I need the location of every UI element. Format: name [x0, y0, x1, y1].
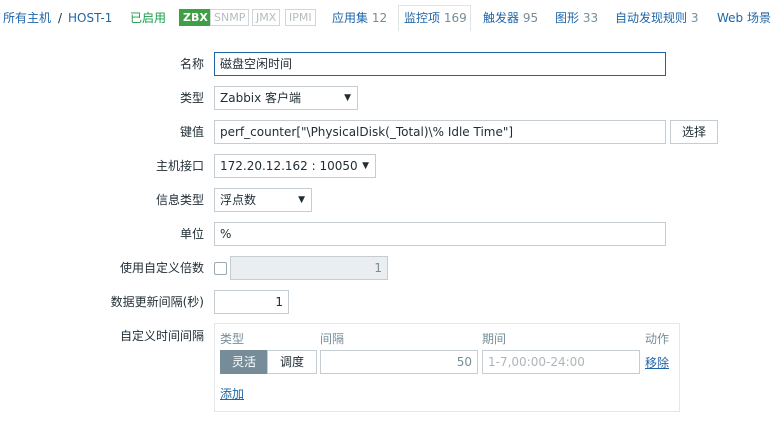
zbx-availability-badge: ZBX: [179, 9, 212, 26]
key-input[interactable]: perf_counter["\PhysicalDisk(_Total)\% Id…: [214, 120, 666, 144]
tab-applications-count: 12: [371, 11, 388, 25]
interval-value-input[interactable]: 50: [320, 350, 478, 374]
units-label: 单位: [179, 227, 204, 241]
host-status-enabled[interactable]: 已启用: [130, 10, 166, 26]
units-input[interactable]: %: [214, 222, 666, 246]
custom-intervals-table: 类型 间隔 期间 动作 灵活 调度 50 1-7,00:00-24:00 移除 …: [214, 323, 680, 412]
info-type-select[interactable]: 浮点数 ▼: [214, 188, 312, 212]
tab-triggers-count: 95: [522, 11, 539, 25]
tab-applications[interactable]: 应用集 12: [332, 10, 387, 26]
breadcrumb-separator: /: [58, 11, 63, 25]
ipmi-availability-badge: IPMI: [285, 9, 316, 26]
intervals-header-interval: 间隔: [320, 332, 345, 346]
host-navigation: 所有主机 / HOST-1 已启用 ZBX SNMP JMX IPMI 应用集 …: [0, 0, 775, 36]
caret-down-icon: ▼: [344, 93, 351, 103]
type-label: 类型: [179, 91, 204, 105]
tab-discovery-rules-count: 3: [690, 11, 699, 25]
snmp-availability-badge: SNMP: [210, 9, 250, 26]
all-hosts-link[interactable]: 所有主机: [3, 10, 51, 26]
interval-period-placeholder: 1-7,00:00-24:00: [488, 355, 585, 369]
caret-down-icon: ▼: [362, 161, 369, 171]
tab-discovery-rules[interactable]: 自动发现规则 3: [615, 10, 698, 26]
interval-mode-flexible[interactable]: 灵活: [220, 350, 268, 374]
name-label: 名称: [179, 57, 204, 71]
tab-items-count: 169: [443, 11, 467, 25]
multiplier-input[interactable]: 1: [230, 256, 388, 280]
tab-graphs-label: 图形: [555, 11, 580, 25]
host-interface-select-value: 172.20.12.162 : 10050: [220, 159, 358, 173]
interval-mode-scheduling[interactable]: 调度: [267, 350, 317, 374]
tab-discovery-rules-label: 自动发现规则: [615, 11, 688, 25]
host-interface-select[interactable]: 172.20.12.162 : 10050 ▼: [214, 154, 376, 178]
tab-items-label: 监控项: [404, 11, 441, 25]
name-input[interactable]: 磁盘空闲时间: [214, 52, 666, 76]
caret-down-icon: ▼: [298, 195, 305, 205]
intervals-header-action: 动作: [645, 332, 670, 346]
update-interval-label: 数据更新间隔(秒): [110, 295, 204, 309]
type-select[interactable]: Zabbix 客户端 ▼: [214, 86, 358, 110]
tab-web-scenarios[interactable]: Web 场景: [717, 10, 771, 26]
interval-add-link[interactable]: 添加: [220, 386, 244, 402]
tab-graphs[interactable]: 图形 33: [555, 10, 598, 26]
multiplier-checkbox[interactable]: [214, 262, 227, 275]
type-select-value: Zabbix 客户端: [220, 91, 302, 105]
key-label: 键值: [179, 125, 204, 139]
info-type-select-value: 浮点数: [220, 193, 257, 207]
update-interval-input[interactable]: 1: [214, 290, 289, 314]
info-type-label: 信息类型: [155, 193, 204, 207]
tab-graphs-count: 33: [582, 11, 599, 25]
tab-items[interactable]: 监控项 169: [404, 10, 467, 26]
host-interface-label: 主机接口: [155, 159, 204, 173]
intervals-header-period: 期间: [482, 332, 507, 346]
interval-period-input[interactable]: 1-7,00:00-24:00: [482, 350, 640, 374]
multiplier-label: 使用自定义倍数: [119, 261, 204, 275]
key-select-button[interactable]: 选择: [670, 120, 718, 144]
tab-web-scenarios-label: Web 场景: [717, 11, 771, 25]
custom-intervals-label: 自定义时间间隔: [119, 329, 204, 343]
tab-triggers-label: 触发器: [483, 11, 520, 25]
jmx-availability-badge: JMX: [252, 9, 281, 26]
host-link[interactable]: HOST-1: [68, 10, 112, 26]
interval-remove-link[interactable]: 移除: [645, 355, 669, 371]
intervals-header-type: 类型: [220, 332, 245, 346]
tab-triggers[interactable]: 触发器 95: [483, 10, 538, 26]
tab-applications-label: 应用集: [332, 11, 369, 25]
